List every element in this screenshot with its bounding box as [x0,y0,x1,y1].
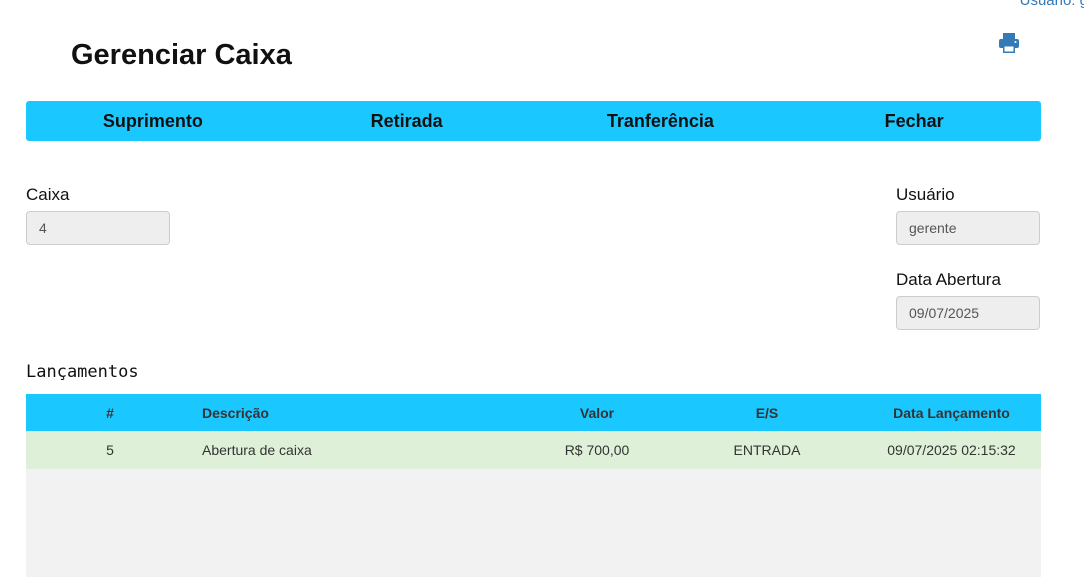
cell-id: 5 [106,442,114,458]
cell-valor: R$ 700,00 [564,442,630,458]
action-bar: Suprimento Retirada Tranferência Fechar [26,101,1041,141]
table-row[interactable]: 5 Abertura de caixa R$ 700,00 ENTRADA 09… [26,431,1041,469]
lancamentos-title: Lançamentos [26,362,139,382]
data-abertura-label: Data Abertura [896,270,1001,289]
column-header-id[interactable]: # [26,394,194,431]
transferencia-button[interactable]: Tranferência [534,101,788,141]
retirada-button[interactable]: Retirada [280,101,534,141]
data-abertura-field[interactable] [896,296,1040,330]
column-header-descricao[interactable]: Descrição [194,394,522,431]
print-icon[interactable] [998,33,1020,53]
cell-descricao: Abertura de caixa [202,442,312,458]
caixa-field[interactable] [26,211,170,245]
lancamentos-table: # Descrição Valor E/S Data Lançamento 5 … [26,394,1041,469]
column-header-valor[interactable]: Valor [522,394,672,431]
fechar-button[interactable]: Fechar [787,101,1041,141]
usuario-field[interactable] [896,211,1040,245]
suprimento-button[interactable]: Suprimento [26,101,280,141]
cell-data-lancamento: 09/07/2025 02:15:32 [887,442,1016,458]
user-indicator[interactable]: Usuário: g [1020,0,1084,9]
table-header-row: # Descrição Valor E/S Data Lançamento [26,394,1041,431]
page-title: Gerenciar Caixa [71,39,292,71]
cell-es: ENTRADA [733,442,801,458]
column-header-data-lancamento[interactable]: Data Lançamento [862,394,1041,431]
caixa-label: Caixa [26,185,70,204]
usuario-label: Usuário [896,185,955,204]
lancamentos-table-container: # Descrição Valor E/S Data Lançamento 5 … [26,394,1041,577]
column-header-es[interactable]: E/S [672,394,862,431]
